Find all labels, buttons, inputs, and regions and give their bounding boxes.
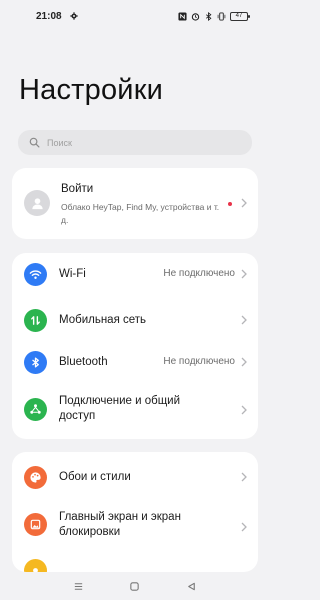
page-title: Настройки <box>19 74 163 106</box>
home-button[interactable] <box>125 576 145 596</box>
settings-item-label: Bluetooth <box>59 356 108 368</box>
settings-item-wifi[interactable]: Wi-Fi Не подключено <box>12 253 258 295</box>
home-screen-icon <box>24 513 47 536</box>
personalization-card: Обои и стили Главный экран и экран блоки… <box>12 452 258 572</box>
bluetooth-status-icon <box>205 11 212 21</box>
status-time: 21:08 <box>36 10 62 22</box>
account-card[interactable]: Войти Облако HeyTap, Find My, устройства… <box>12 168 258 239</box>
connection-sharing-icon <box>24 398 47 421</box>
settings-item-wallpapers[interactable]: Обои и стили <box>12 452 258 500</box>
bluetooth-status: Не подключено <box>163 356 235 367</box>
home-icon <box>130 581 140 591</box>
chevron-right-icon <box>241 405 247 415</box>
settings-item-label: Подключение и общий доступ <box>59 395 181 422</box>
brightness-icon <box>24 559 47 572</box>
connectivity-card: Wi-Fi Не подключено Мобильная сеть Bluet… <box>12 253 258 439</box>
settings-item-bluetooth[interactable]: Bluetooth Не подключено <box>12 342 258 384</box>
chevron-right-icon <box>241 357 247 367</box>
back-icon <box>188 582 195 590</box>
wifi-icon <box>24 263 47 286</box>
chevron-right-icon <box>241 315 247 325</box>
status-bar: 21:08 47 <box>0 0 270 32</box>
wifi-status: Не подключено <box>163 268 235 279</box>
chevron-right-icon <box>241 522 247 532</box>
search-input[interactable] <box>47 137 227 148</box>
mobile-data-icon <box>24 309 47 332</box>
navigation-bar <box>0 572 270 600</box>
status-icons: 47 <box>178 11 250 21</box>
vibrate-icon <box>217 11 226 21</box>
chevron-right-icon <box>241 198 247 208</box>
settings-item-label: Обои и стили <box>59 471 131 483</box>
menu-icon <box>74 582 82 590</box>
chevron-right-icon <box>241 269 247 279</box>
user-icon <box>31 197 43 209</box>
search-bar[interactable] <box>18 130 252 155</box>
settings-item-label: Мобильная сеть <box>59 314 147 326</box>
palette-icon <box>24 466 47 489</box>
settings-item-label: Wi-Fi <box>59 268 86 280</box>
sign-in-label: Войти <box>61 183 94 195</box>
settings-item-home-lock-screen[interactable]: Главный экран и экран блокировки <box>12 500 258 552</box>
battery-icon: 47 <box>230 11 250 21</box>
settings-item-connection-sharing[interactable]: Подключение и общий доступ <box>12 384 258 436</box>
account-subtitle: Облако HeyTap, Find My, устройства и т. … <box>61 202 220 225</box>
nfc-icon <box>178 11 187 21</box>
search-icon <box>29 137 40 148</box>
recent-apps-button[interactable] <box>68 576 88 596</box>
settings-item-display[interactable] <box>12 556 258 572</box>
settings-item-label: Главный экран и экран блокировки <box>59 511 181 538</box>
notification-dot <box>228 202 232 206</box>
back-button[interactable] <box>182 576 202 596</box>
avatar <box>24 190 50 216</box>
chevron-right-icon <box>241 472 247 482</box>
gear-icon <box>69 12 78 20</box>
settings-item-mobile-network[interactable]: Мобильная сеть <box>12 300 258 342</box>
bluetooth-icon <box>24 351 47 374</box>
alarm-icon <box>191 12 200 21</box>
